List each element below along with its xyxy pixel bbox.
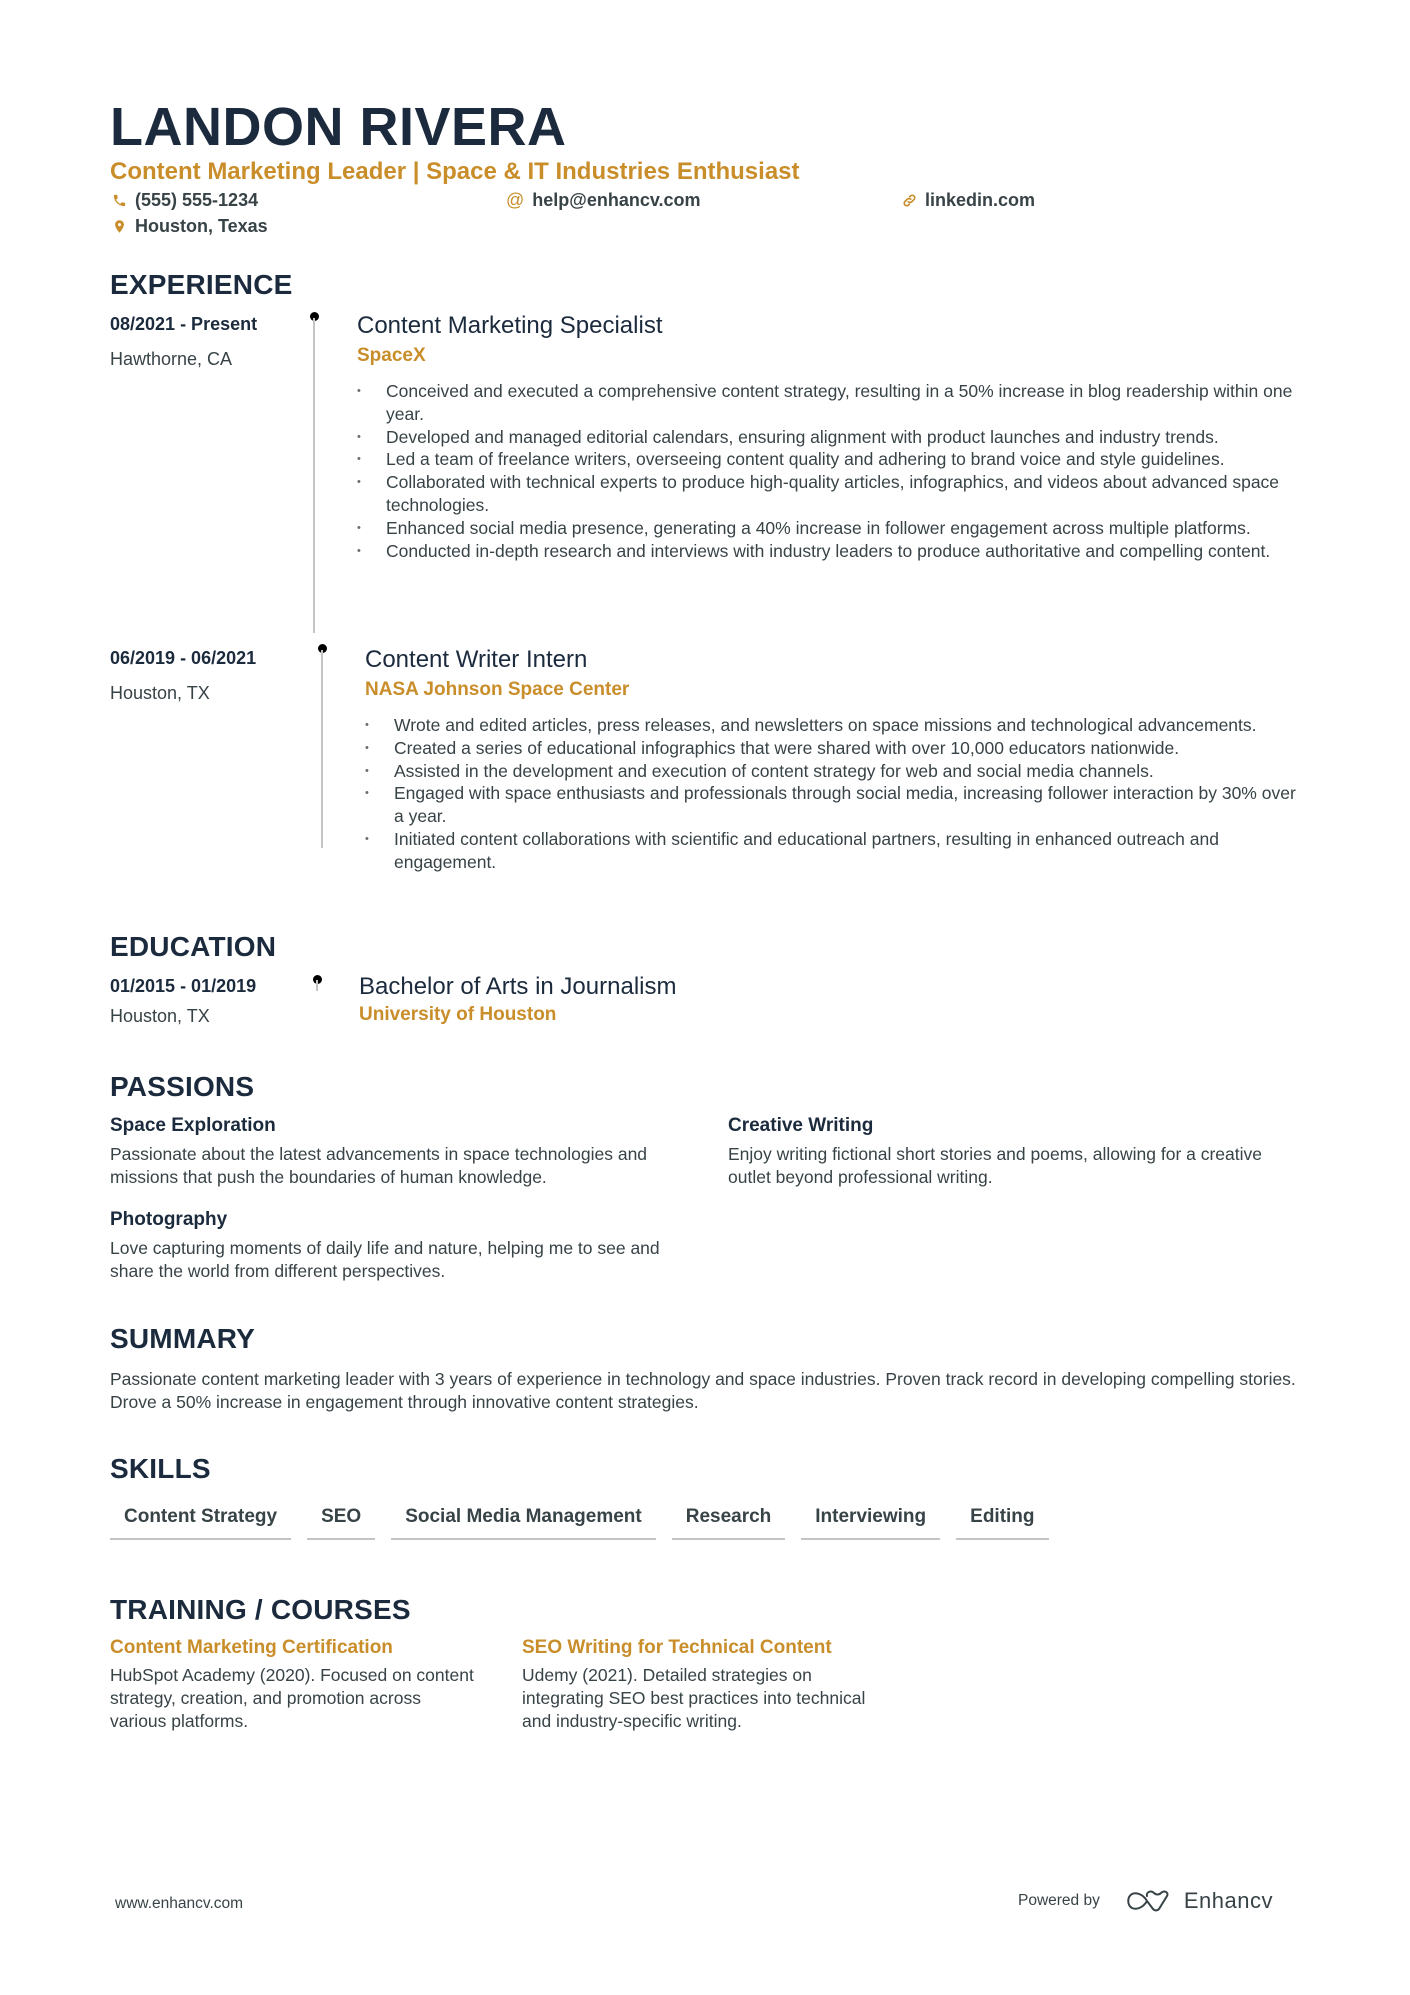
school-name[interactable]: University of Houston [359,1003,676,1027]
skill-tag: Interviewing [801,1500,941,1540]
enhancv-logo-icon [1127,1890,1169,1912]
company-name[interactable]: NASA Johnson Space Center [365,678,1310,702]
passion-title: Space Exploration [110,1115,276,1136]
job-title: Content Marketing Specialist [357,312,663,339]
summary-text: Passionate content marketing leader with… [110,1369,1296,1412]
at-icon: @ [506,189,525,210]
degree: Bachelor of Arts in Journalism [359,973,677,1000]
footer-website-link[interactable]: www.enhancv.com [115,1895,243,1913]
course-description: Udemy (2021). Detailed strategies on int… [522,1665,866,1731]
education-location: Houston, TX [110,1006,210,1026]
contact-email[interactable]: @ help@enhancv.com [506,189,701,211]
course-description: HubSpot Academy (2020). Focused on conte… [110,1665,474,1731]
experience-location: Hawthorne, CA [110,349,233,369]
skill-tag: SEO [307,1500,376,1540]
bullet-item: Engaged with space enthusiasts and profe… [365,782,1310,828]
phone-icon [113,194,126,206]
education-heading: EDUCATION [110,931,277,962]
map-pin-icon [115,219,124,233]
training-heading: TRAINING / COURSES [110,1594,411,1625]
experience-date: 06/2019 - 06/2021 [110,648,257,668]
candidate-name: LANDON RIVERA [110,97,567,157]
timeline-line [316,980,318,991]
passion-title: Photography [110,1209,228,1230]
skill-tag: Editing [956,1500,1049,1540]
bullet-item: Collaborated with technical experts to p… [357,471,1307,517]
bullet-item: Enhanced social media presence, generati… [357,517,1307,540]
powered-by-label: Powered by [1018,1892,1100,1909]
contact-linkedin[interactable]: linkedin.com [902,189,1035,211]
enhancv-logo[interactable]: Enhancv [1126,1888,1273,1914]
passion-description: Passionate about the latest advancements… [110,1144,648,1187]
skill-tag: Research [671,1500,786,1540]
bullet-item: Assisted in the development and executio… [365,760,1310,783]
education-item: 01/2015 - 01/2019 Houston, TX [110,975,256,1027]
experience-date: 08/2021 - Present [110,314,258,334]
course-item: Content Marketing Certification HubSpot … [110,1636,480,1733]
passion-item: Creative Writing Enjoy writing fictional… [728,1114,1308,1189]
passion-title: Creative Writing [728,1115,874,1136]
timeline-line [313,318,315,633]
job-title: Content Writer Intern [365,646,588,673]
experience-item: 06/2019 - 06/2021 Houston, TX [110,647,256,704]
skill-tag: Content Strategy [110,1500,292,1540]
experience-heading: EXPERIENCE [110,269,293,300]
passions-heading: PASSIONS [110,1071,255,1102]
bullet-item: Developed and managed editorial calendar… [357,426,1307,449]
job-bullets: Wrote and edited articles, press release… [365,714,1310,874]
passion-item: Photography Love capturing moments of da… [110,1208,690,1283]
experience-item: 08/2021 - Present Hawthorne, CA [110,313,257,370]
timeline-line [321,650,323,848]
location-text: Houston, Texas [135,216,268,236]
brand-name: Enhancv [1183,1888,1273,1913]
company-name[interactable]: SpaceX [357,344,1307,368]
passion-description: Enjoy writing fictional short stories an… [728,1144,1262,1187]
contact-location: Houston, Texas [112,215,268,237]
footer-branding[interactable]: Powered by Enhancv [1018,1888,1273,1914]
passion-description: Love capturing moments of daily life and… [110,1238,660,1281]
course-title: SEO Writing for Technical Content [522,1637,832,1658]
skills-heading: SKILLS [110,1453,211,1484]
bullet-item: Initiated content collaborations with sc… [365,828,1310,874]
skills-list: Content Strategy SEO Social Media Manage… [110,1500,1049,1540]
experience-location: Houston, TX [110,683,210,703]
linkedin-text: linkedin.com [925,190,1036,210]
email-text: help@enhancv.com [532,190,701,210]
job-bullets: Conceived and executed a comprehensive c… [357,380,1307,562]
bullet-item: Led a team of freelance writers, oversee… [357,448,1307,471]
contact-phone[interactable]: (555) 555-1234 [112,189,258,211]
bullet-item: Conducted in-depth research and intervie… [357,540,1307,563]
bullet-item: Conceived and executed a comprehensive c… [357,380,1307,426]
summary-heading: SUMMARY [110,1323,256,1354]
link-icon [903,194,916,206]
passion-item: Space Exploration Passionate about the l… [110,1114,690,1189]
bullet-item: Created a series of educational infograp… [365,737,1310,760]
education-date: 01/2015 - 01/2019 [110,976,257,996]
bullet-item: Wrote and edited articles, press release… [365,714,1310,737]
phone-text: (555) 555-1234 [135,190,259,210]
course-item: SEO Writing for Technical Content Udemy … [522,1636,892,1733]
headline: Content Marketing Leader | Space & IT In… [110,158,800,185]
skill-tag: Social Media Management [391,1500,656,1540]
course-title: Content Marketing Certification [110,1637,393,1658]
